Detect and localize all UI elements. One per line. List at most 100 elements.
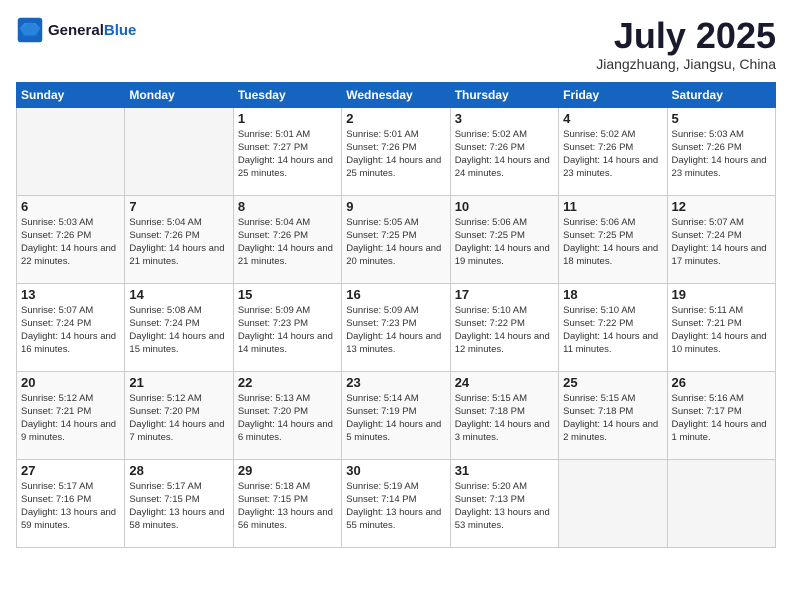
day-number: 22 bbox=[238, 375, 337, 390]
logo-icon bbox=[16, 16, 44, 44]
calendar-cell: 29 Sunrise: 5:18 AM Sunset: 7:15 PM Dayli… bbox=[233, 459, 341, 547]
day-number: 30 bbox=[346, 463, 445, 478]
day-number: 6 bbox=[21, 199, 120, 214]
day-number: 13 bbox=[21, 287, 120, 302]
location: Jiangzhuang, Jiangsu, China bbox=[596, 56, 776, 72]
calendar-cell: 3 Sunrise: 5:02 AM Sunset: 7:26 PM Daylig… bbox=[450, 107, 558, 195]
day-info: Sunrise: 5:06 AM Sunset: 7:25 PM Dayligh… bbox=[563, 216, 662, 269]
day-info: Sunrise: 5:15 AM Sunset: 7:18 PM Dayligh… bbox=[563, 392, 662, 445]
day-number: 28 bbox=[129, 463, 228, 478]
logo: GeneralBlue bbox=[16, 16, 136, 44]
calendar-week-row: 20Sunrise: 5:12 AM Sunset: 7:21 PM Dayli… bbox=[17, 371, 776, 459]
day-number: 1 bbox=[238, 111, 337, 126]
calendar-cell: 21 Sunrise: 5:12 AM Sunset: 7:20 PM Dayli… bbox=[125, 371, 233, 459]
day-info: Sunrise: 5:03 AM Sunset: 7:26 PM Dayligh… bbox=[672, 128, 771, 181]
calendar-cell: 18 Sunrise: 5:10 AM Sunset: 7:22 PM Dayli… bbox=[559, 283, 667, 371]
calendar-cell: 8 Sunrise: 5:04 AM Sunset: 7:26 PM Daylig… bbox=[233, 195, 341, 283]
weekday-header: Tuesday bbox=[233, 82, 341, 107]
calendar-cell: 26 Sunrise: 5:16 AM Sunset: 7:17 PM Dayli… bbox=[667, 371, 775, 459]
day-info: Sunrise: 5:19 AM Sunset: 7:14 PM Dayligh… bbox=[346, 480, 445, 533]
calendar-cell: 23Sunrise: 5:14 AM Sunset: 7:19 PM Dayli… bbox=[342, 371, 450, 459]
day-number: 15 bbox=[238, 287, 337, 302]
day-number: 16 bbox=[346, 287, 445, 302]
day-info: Sunrise: 5:01 AM Sunset: 7:26 PM Dayligh… bbox=[346, 128, 445, 181]
day-info: Sunrise: 5:09 AM Sunset: 7:23 PM Dayligh… bbox=[238, 304, 337, 357]
day-number: 2 bbox=[346, 111, 445, 126]
day-number: 26 bbox=[672, 375, 771, 390]
calendar-cell: 11 Sunrise: 5:06 AM Sunset: 7:25 PM Dayli… bbox=[559, 195, 667, 283]
weekday-header: Sunday bbox=[17, 82, 125, 107]
weekday-header: Thursday bbox=[450, 82, 558, 107]
calendar-cell: 1Sunrise: 5:01 AM Sunset: 7:27 PM Daylig… bbox=[233, 107, 341, 195]
day-number: 31 bbox=[455, 463, 554, 478]
day-number: 5 bbox=[672, 111, 771, 126]
calendar-cell: 16 Sunrise: 5:09 AM Sunset: 7:23 PM Dayli… bbox=[342, 283, 450, 371]
calendar-cell: 19Sunrise: 5:11 AM Sunset: 7:21 PM Dayli… bbox=[667, 283, 775, 371]
day-info: Sunrise: 5:10 AM Sunset: 7:22 PM Dayligh… bbox=[455, 304, 554, 357]
day-info: Sunrise: 5:12 AM Sunset: 7:20 PM Dayligh… bbox=[129, 392, 228, 445]
day-number: 7 bbox=[129, 199, 228, 214]
calendar-cell bbox=[559, 459, 667, 547]
day-info: Sunrise: 5:12 AM Sunset: 7:21 PM Dayligh… bbox=[21, 392, 120, 445]
day-number: 18 bbox=[563, 287, 662, 302]
day-info: Sunrise: 5:18 AM Sunset: 7:15 PM Dayligh… bbox=[238, 480, 337, 533]
day-info: Sunrise: 5:17 AM Sunset: 7:15 PM Dayligh… bbox=[129, 480, 228, 533]
day-number: 11 bbox=[563, 199, 662, 214]
calendar-cell: 13 Sunrise: 5:07 AM Sunset: 7:24 PM Dayli… bbox=[17, 283, 125, 371]
day-number: 25 bbox=[563, 375, 662, 390]
calendar-week-row: 6 Sunrise: 5:03 AM Sunset: 7:26 PM Daylig… bbox=[17, 195, 776, 283]
day-info: Sunrise: 5:04 AM Sunset: 7:26 PM Dayligh… bbox=[129, 216, 228, 269]
calendar-cell: 6 Sunrise: 5:03 AM Sunset: 7:26 PM Daylig… bbox=[17, 195, 125, 283]
day-number: 9 bbox=[346, 199, 445, 214]
calendar-cell: 5 Sunrise: 5:03 AM Sunset: 7:26 PM Daylig… bbox=[667, 107, 775, 195]
calendar-cell: 10Sunrise: 5:06 AM Sunset: 7:25 PM Dayli… bbox=[450, 195, 558, 283]
day-info: Sunrise: 5:07 AM Sunset: 7:24 PM Dayligh… bbox=[672, 216, 771, 269]
day-info: Sunrise: 5:02 AM Sunset: 7:26 PM Dayligh… bbox=[455, 128, 554, 181]
calendar-cell: 9 Sunrise: 5:05 AM Sunset: 7:25 PM Daylig… bbox=[342, 195, 450, 283]
calendar-cell: 2 Sunrise: 5:01 AM Sunset: 7:26 PM Daylig… bbox=[342, 107, 450, 195]
weekday-header: Monday bbox=[125, 82, 233, 107]
calendar-cell: 30 Sunrise: 5:19 AM Sunset: 7:14 PM Dayli… bbox=[342, 459, 450, 547]
logo-text: GeneralBlue bbox=[48, 22, 136, 39]
weekday-header: Wednesday bbox=[342, 82, 450, 107]
title-block: July 2025 Jiangzhuang, Jiangsu, China bbox=[596, 16, 776, 72]
day-info: Sunrise: 5:09 AM Sunset: 7:23 PM Dayligh… bbox=[346, 304, 445, 357]
calendar-cell: 14Sunrise: 5:08 AM Sunset: 7:24 PM Dayli… bbox=[125, 283, 233, 371]
calendar-week-row: 27 Sunrise: 5:17 AM Sunset: 7:16 PM Dayli… bbox=[17, 459, 776, 547]
calendar-cell bbox=[17, 107, 125, 195]
calendar-cell: 25 Sunrise: 5:15 AM Sunset: 7:18 PM Dayli… bbox=[559, 371, 667, 459]
day-number: 17 bbox=[455, 287, 554, 302]
day-info: Sunrise: 5:20 AM Sunset: 7:13 PM Dayligh… bbox=[455, 480, 554, 533]
day-number: 14 bbox=[129, 287, 228, 302]
day-info: Sunrise: 5:07 AM Sunset: 7:24 PM Dayligh… bbox=[21, 304, 120, 357]
day-info: Sunrise: 5:13 AM Sunset: 7:20 PM Dayligh… bbox=[238, 392, 337, 445]
page-header: GeneralBlue July 2025 Jiangzhuang, Jiang… bbox=[16, 16, 776, 72]
weekday-header: Friday bbox=[559, 82, 667, 107]
calendar-cell: 12Sunrise: 5:07 AM Sunset: 7:24 PM Dayli… bbox=[667, 195, 775, 283]
day-info: Sunrise: 5:10 AM Sunset: 7:22 PM Dayligh… bbox=[563, 304, 662, 357]
calendar-cell: 15 Sunrise: 5:09 AM Sunset: 7:23 PM Dayli… bbox=[233, 283, 341, 371]
calendar-cell: 24Sunrise: 5:15 AM Sunset: 7:18 PM Dayli… bbox=[450, 371, 558, 459]
day-number: 27 bbox=[21, 463, 120, 478]
day-number: 3 bbox=[455, 111, 554, 126]
calendar-cell: 4Sunrise: 5:02 AM Sunset: 7:26 PM Daylig… bbox=[559, 107, 667, 195]
day-number: 29 bbox=[238, 463, 337, 478]
calendar-cell: 27 Sunrise: 5:17 AM Sunset: 7:16 PM Dayli… bbox=[17, 459, 125, 547]
calendar-cell bbox=[667, 459, 775, 547]
day-info: Sunrise: 5:14 AM Sunset: 7:19 PM Dayligh… bbox=[346, 392, 445, 445]
day-number: 8 bbox=[238, 199, 337, 214]
day-number: 21 bbox=[129, 375, 228, 390]
day-info: Sunrise: 5:03 AM Sunset: 7:26 PM Dayligh… bbox=[21, 216, 120, 269]
calendar-week-row: 1Sunrise: 5:01 AM Sunset: 7:27 PM Daylig… bbox=[17, 107, 776, 195]
calendar-cell bbox=[125, 107, 233, 195]
calendar-cell: 22 Sunrise: 5:13 AM Sunset: 7:20 PM Dayli… bbox=[233, 371, 341, 459]
day-number: 4 bbox=[563, 111, 662, 126]
day-info: Sunrise: 5:05 AM Sunset: 7:25 PM Dayligh… bbox=[346, 216, 445, 269]
day-info: Sunrise: 5:15 AM Sunset: 7:18 PM Dayligh… bbox=[455, 392, 554, 445]
calendar-week-row: 13 Sunrise: 5:07 AM Sunset: 7:24 PM Dayli… bbox=[17, 283, 776, 371]
day-info: Sunrise: 5:16 AM Sunset: 7:17 PM Dayligh… bbox=[672, 392, 771, 445]
day-info: Sunrise: 5:11 AM Sunset: 7:21 PM Dayligh… bbox=[672, 304, 771, 357]
day-info: Sunrise: 5:17 AM Sunset: 7:16 PM Dayligh… bbox=[21, 480, 120, 533]
day-info: Sunrise: 5:04 AM Sunset: 7:26 PM Dayligh… bbox=[238, 216, 337, 269]
day-number: 10 bbox=[455, 199, 554, 214]
